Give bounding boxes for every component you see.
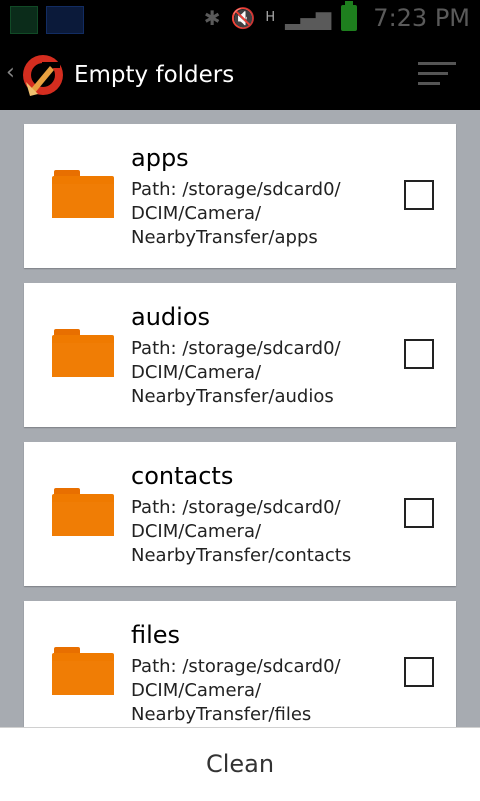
battery-icon bbox=[341, 1, 358, 31]
select-checkbox[interactable] bbox=[404, 498, 434, 528]
bottom-bar: Clean bbox=[0, 727, 480, 801]
status-bar: ✱ 🔇 H ▂▄▆ 7:23 PM bbox=[0, 0, 480, 38]
sort-menu-icon[interactable] bbox=[418, 62, 456, 88]
action-bar: ‹ Empty folders bbox=[0, 38, 480, 110]
list-item[interactable]: apps Path: /storage/sdcard0/ DCIM/Camera/… bbox=[24, 124, 456, 268]
folder-icon bbox=[52, 170, 114, 218]
folder-icon bbox=[52, 329, 114, 377]
list-item[interactable]: audios Path: /storage/sdcard0/ DCIM/Camer… bbox=[24, 283, 456, 427]
select-checkbox[interactable] bbox=[404, 339, 434, 369]
signal-icon: ▂▄▆ bbox=[285, 6, 332, 30]
folder-path: Path: /storage/sdcard0/ DCIM/Camera/ Nea… bbox=[131, 656, 341, 725]
folder-name: audios bbox=[131, 303, 211, 331]
folder-list: apps Path: /storage/sdcard0/ DCIM/Camera/… bbox=[24, 124, 456, 760]
network-type-label: H bbox=[265, 10, 276, 25]
list-item[interactable]: files Path: /storage/sdcard0/ DCIM/Camera… bbox=[24, 601, 456, 745]
folder-icon bbox=[52, 488, 114, 536]
folder-name: files bbox=[131, 621, 181, 649]
mute-icon: 🔇 bbox=[230, 6, 256, 30]
notification-icon-2 bbox=[46, 6, 84, 34]
select-checkbox[interactable] bbox=[404, 180, 434, 210]
folder-name: apps bbox=[131, 144, 189, 172]
bluetooth-icon: ✱ bbox=[203, 6, 221, 30]
clock: 7:23 PM bbox=[373, 4, 470, 32]
ccleaner-logo[interactable] bbox=[20, 52, 66, 98]
folder-icon bbox=[52, 647, 114, 695]
back-chevron-icon[interactable]: ‹ bbox=[6, 60, 15, 85]
page-title: Empty folders bbox=[74, 62, 235, 88]
notification-icon-1 bbox=[10, 6, 38, 34]
folder-path: Path: /storage/sdcard0/ DCIM/Camera/ Nea… bbox=[131, 179, 341, 248]
folder-path: Path: /storage/sdcard0/ DCIM/Camera/ Nea… bbox=[131, 497, 352, 566]
folder-name: contacts bbox=[131, 462, 234, 490]
select-checkbox[interactable] bbox=[404, 657, 434, 687]
clean-button[interactable]: Clean bbox=[0, 728, 480, 801]
folder-path: Path: /storage/sdcard0/ DCIM/Camera/ Nea… bbox=[131, 338, 341, 407]
list-item[interactable]: contacts Path: /storage/sdcard0/ DCIM/Cam… bbox=[24, 442, 456, 586]
